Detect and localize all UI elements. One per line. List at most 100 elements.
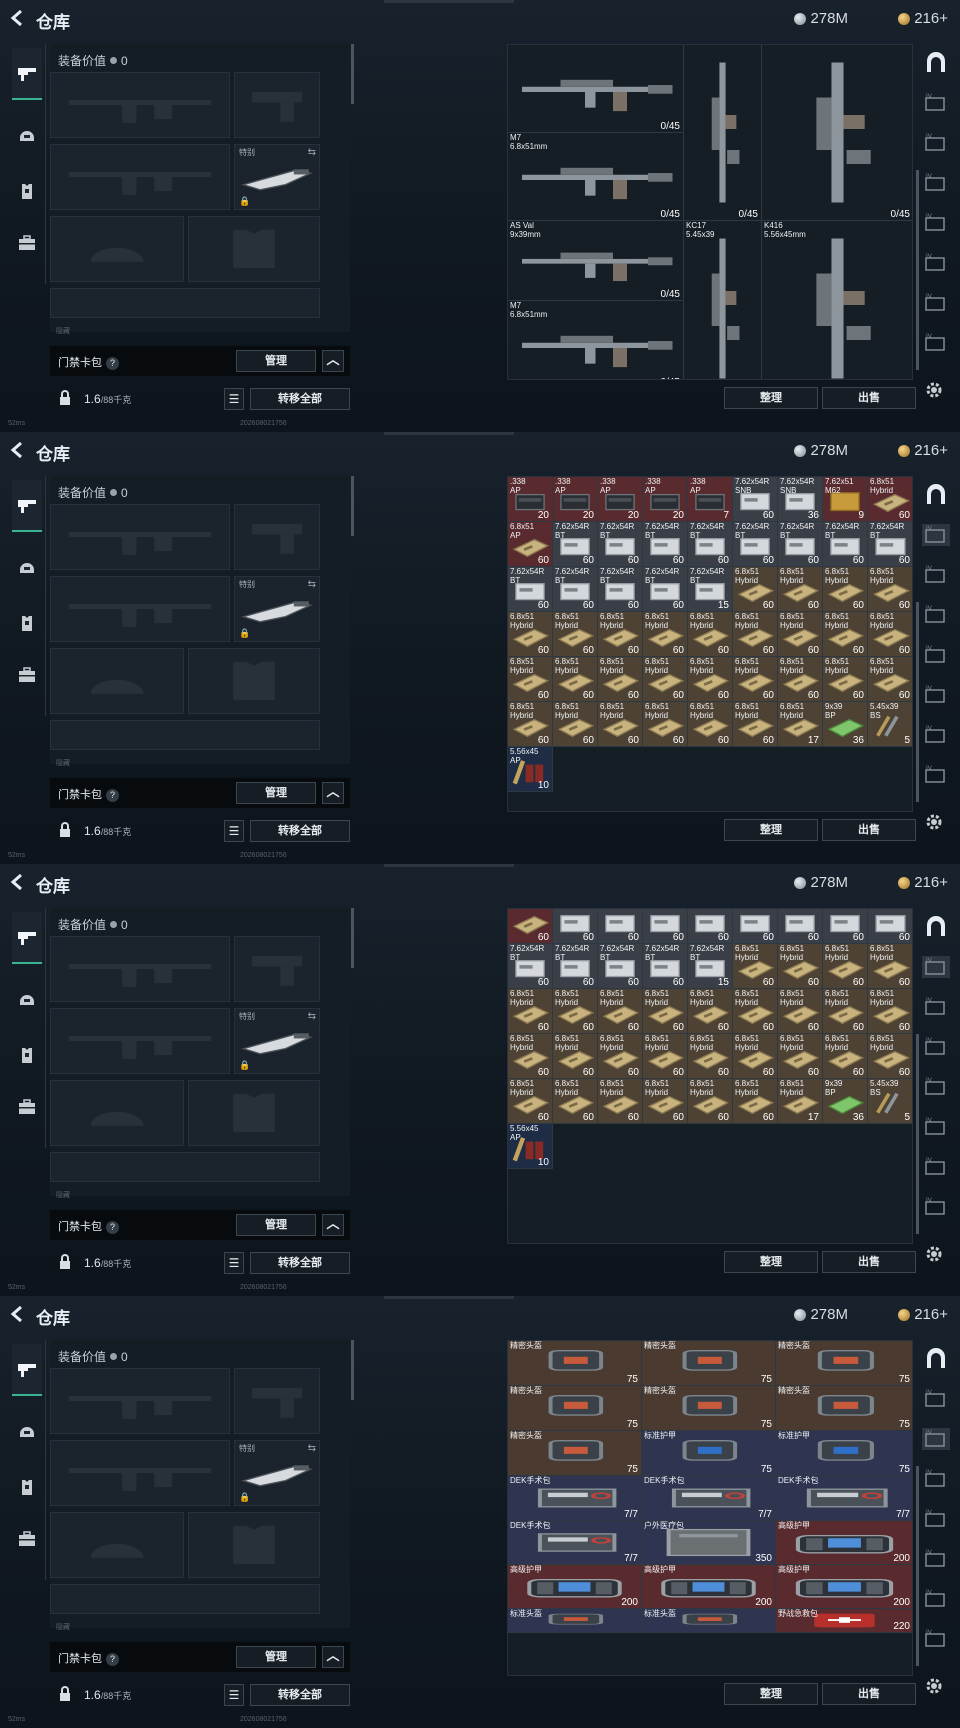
pistol-slot[interactable] (234, 72, 320, 138)
manage-button[interactable]: 管理 (236, 350, 316, 372)
organize-button[interactable]: 整理 (724, 1683, 818, 1705)
inventory-item[interactable]: 7.62x54R BT 60 (778, 522, 823, 567)
tab-armor[interactable] (16, 612, 38, 634)
tab-storage-3[interactable]: IV (922, 172, 950, 194)
helmet-slot[interactable] (50, 648, 184, 714)
organize-button[interactable]: 整理 (724, 387, 818, 409)
settings-gear-icon[interactable] (924, 1676, 944, 1696)
tab-case[interactable] (16, 1096, 38, 1118)
inventory-item[interactable]: 6.8x51 Hybrid 60 (778, 612, 823, 657)
primary-weapon-slot[interactable] (50, 1368, 230, 1434)
inventory-item[interactable]: .338 AP 20 (553, 477, 598, 522)
extra-slot[interactable] (50, 1152, 320, 1182)
inventory-item[interactable]: 6.8x51 Hybrid 60 (868, 612, 912, 657)
inventory-item[interactable]: 7.62x54R BT 15 (688, 944, 733, 989)
inventory-item[interactable]: 6.8x51 Hybrid 60 (733, 702, 778, 747)
melee-slot[interactable]: 特别 ⇆ 🔒 (234, 144, 320, 210)
tab-storage-1[interactable]: IV (922, 92, 950, 114)
loadout-scrollbar[interactable] (351, 476, 354, 536)
settings-gear-icon[interactable] (924, 1244, 944, 1264)
inventory-item[interactable]: 7.62x51 M62 9 (823, 477, 868, 522)
inventory-item[interactable]: 9x39 BP 36 (823, 702, 868, 747)
sell-button[interactable]: 出售 (822, 1683, 916, 1705)
inventory-item[interactable]: 6.8x51 Hybrid 60 (778, 989, 823, 1034)
settings-gear-icon[interactable] (924, 812, 944, 832)
list-view-icon[interactable]: ☰ (224, 388, 244, 410)
inventory-item[interactable]: 精密头盔 75 (642, 1386, 776, 1431)
tab-storage-1[interactable]: IV (922, 524, 950, 546)
inventory-item[interactable]: 精密头盔 75 (508, 1341, 642, 1386)
loadout-scrollbar[interactable] (351, 908, 354, 968)
inventory-item[interactable]: 6.8x51 Hybrid 60 (553, 1034, 598, 1079)
tab-home-icon[interactable] (922, 484, 950, 506)
extra-slot[interactable] (50, 288, 320, 318)
inventory-item[interactable]: 6.8x51 Hybrid 60 (643, 612, 688, 657)
inventory-item[interactable]: 6.8x51 Hybrid 60 (688, 702, 733, 747)
inventory-item[interactable]: 6.8x51 Hybrid 60 (643, 1034, 688, 1079)
armor-slot[interactable] (188, 648, 320, 714)
inventory-item[interactable]: DEK手术包 7/7 (508, 1521, 642, 1565)
inventory-item[interactable]: 6.8x51 Hybrid 60 (823, 657, 868, 702)
inventory-item[interactable]: 标准头盔 (508, 1609, 642, 1633)
inventory-item[interactable]: 6.8x51 Hybrid 60 (823, 944, 868, 989)
tab-storage-2[interactable]: IV (922, 1428, 950, 1450)
silver-balance[interactable]: 278M (794, 442, 848, 459)
inventory-item[interactable]: 6.8x51 Hybrid 60 (778, 567, 823, 612)
weight-lock-icon[interactable] (58, 822, 72, 838)
inventory-item[interactable]: .338 AP 20 (643, 477, 688, 522)
inventory-item[interactable]: 6.8x51 Hybrid 60 (778, 657, 823, 702)
inventory-item[interactable]: 60 (868, 909, 912, 944)
help-icon[interactable]: ? (106, 789, 119, 802)
inventory-item[interactable]: 精密头盔 75 (508, 1386, 642, 1431)
tab-storage-3[interactable]: IV (922, 604, 950, 626)
inventory-item[interactable]: 7.62x54R BT 60 (868, 522, 912, 567)
weight-lock-icon[interactable] (58, 1686, 72, 1702)
tab-armor[interactable] (16, 1476, 38, 1498)
inventory-item[interactable]: 6.8x51 Hybrid 60 (553, 612, 598, 657)
inventory-item[interactable]: 高级护甲 200 (776, 1565, 912, 1609)
silver-balance[interactable]: 278M (794, 10, 848, 27)
inventory-item[interactable]: 野战急救包 220 (776, 1609, 912, 1633)
inventory-item[interactable]: 6.8x51 Hybrid 60 (598, 702, 643, 747)
inventory-item[interactable]: 6.8x51 Hybrid 60 (643, 989, 688, 1034)
inventory-item[interactable]: 6.8x51 Hybrid 60 (508, 612, 553, 657)
inventory-item[interactable]: .338 AP 20 (508, 477, 553, 522)
tab-storage-5[interactable]: IV (922, 1548, 950, 1570)
back-arrow-icon[interactable] (8, 1304, 28, 1324)
inventory-item[interactable]: 60 (643, 909, 688, 944)
inventory-item[interactable]: .338 AP 7 (688, 477, 733, 522)
swap-icon[interactable]: ⇆ (308, 579, 316, 590)
inventory-item[interactable]: 6.8x51 Hybrid 60 (598, 1034, 643, 1079)
inventory-item[interactable]: 9x39 BP 36 (823, 1079, 868, 1124)
inventory-item[interactable]: 7.62x54R BT 60 (688, 522, 733, 567)
list-view-icon[interactable]: ☰ (224, 1252, 244, 1274)
inventory-item[interactable]: 6.8x51 AP 60 (508, 522, 553, 567)
inventory-item[interactable]: KC17 5.45x39 (684, 221, 762, 379)
inventory-item[interactable]: 6.8x51 Hybrid 60 (553, 989, 598, 1034)
inventory-item[interactable]: 7.62x54R BT 60 (598, 522, 643, 567)
tab-storage-6[interactable]: IV (922, 1156, 950, 1178)
sell-button[interactable]: 出售 (822, 1251, 916, 1273)
inventory-item[interactable]: 6.8x51 Hybrid 60 (508, 657, 553, 702)
tab-armor[interactable] (16, 180, 38, 202)
tab-weapons[interactable] (12, 1344, 42, 1396)
manage-button[interactable]: 管理 (236, 1214, 316, 1236)
inventory-item[interactable]: 6.8x51 Hybrid 60 (688, 1079, 733, 1124)
inventory-item[interactable]: 6.8x51 Hybrid 60 (733, 657, 778, 702)
silver-balance[interactable]: 278M (794, 874, 848, 891)
silver-balance[interactable]: 278M (794, 1306, 848, 1323)
inventory-item[interactable]: 6.8x51 Hybrid 60 (598, 612, 643, 657)
extra-slot[interactable] (50, 720, 320, 750)
secondary-weapon-slot[interactable] (50, 1440, 230, 1506)
tab-storage-1[interactable]: IV (922, 1388, 950, 1410)
inventory-item[interactable]: 60 (733, 909, 778, 944)
inventory-item[interactable]: 精密头盔 75 (776, 1386, 912, 1431)
inventory-item[interactable]: 5.56x45 AP 10 (508, 747, 553, 792)
inventory-item[interactable]: 标准护甲 75 (776, 1431, 912, 1476)
inventory-item[interactable]: 60 (508, 909, 553, 944)
inventory-item[interactable]: 6.8x51 Hybrid 60 (733, 567, 778, 612)
help-icon[interactable]: ? (106, 357, 119, 370)
inventory-item[interactable]: DEK手术包 7/7 (642, 1476, 776, 1521)
inventory-item[interactable]: M7 6.8x51mm 0/45 (508, 301, 684, 379)
inventory-item[interactable]: 6.8x51 Hybrid 60 (688, 989, 733, 1034)
